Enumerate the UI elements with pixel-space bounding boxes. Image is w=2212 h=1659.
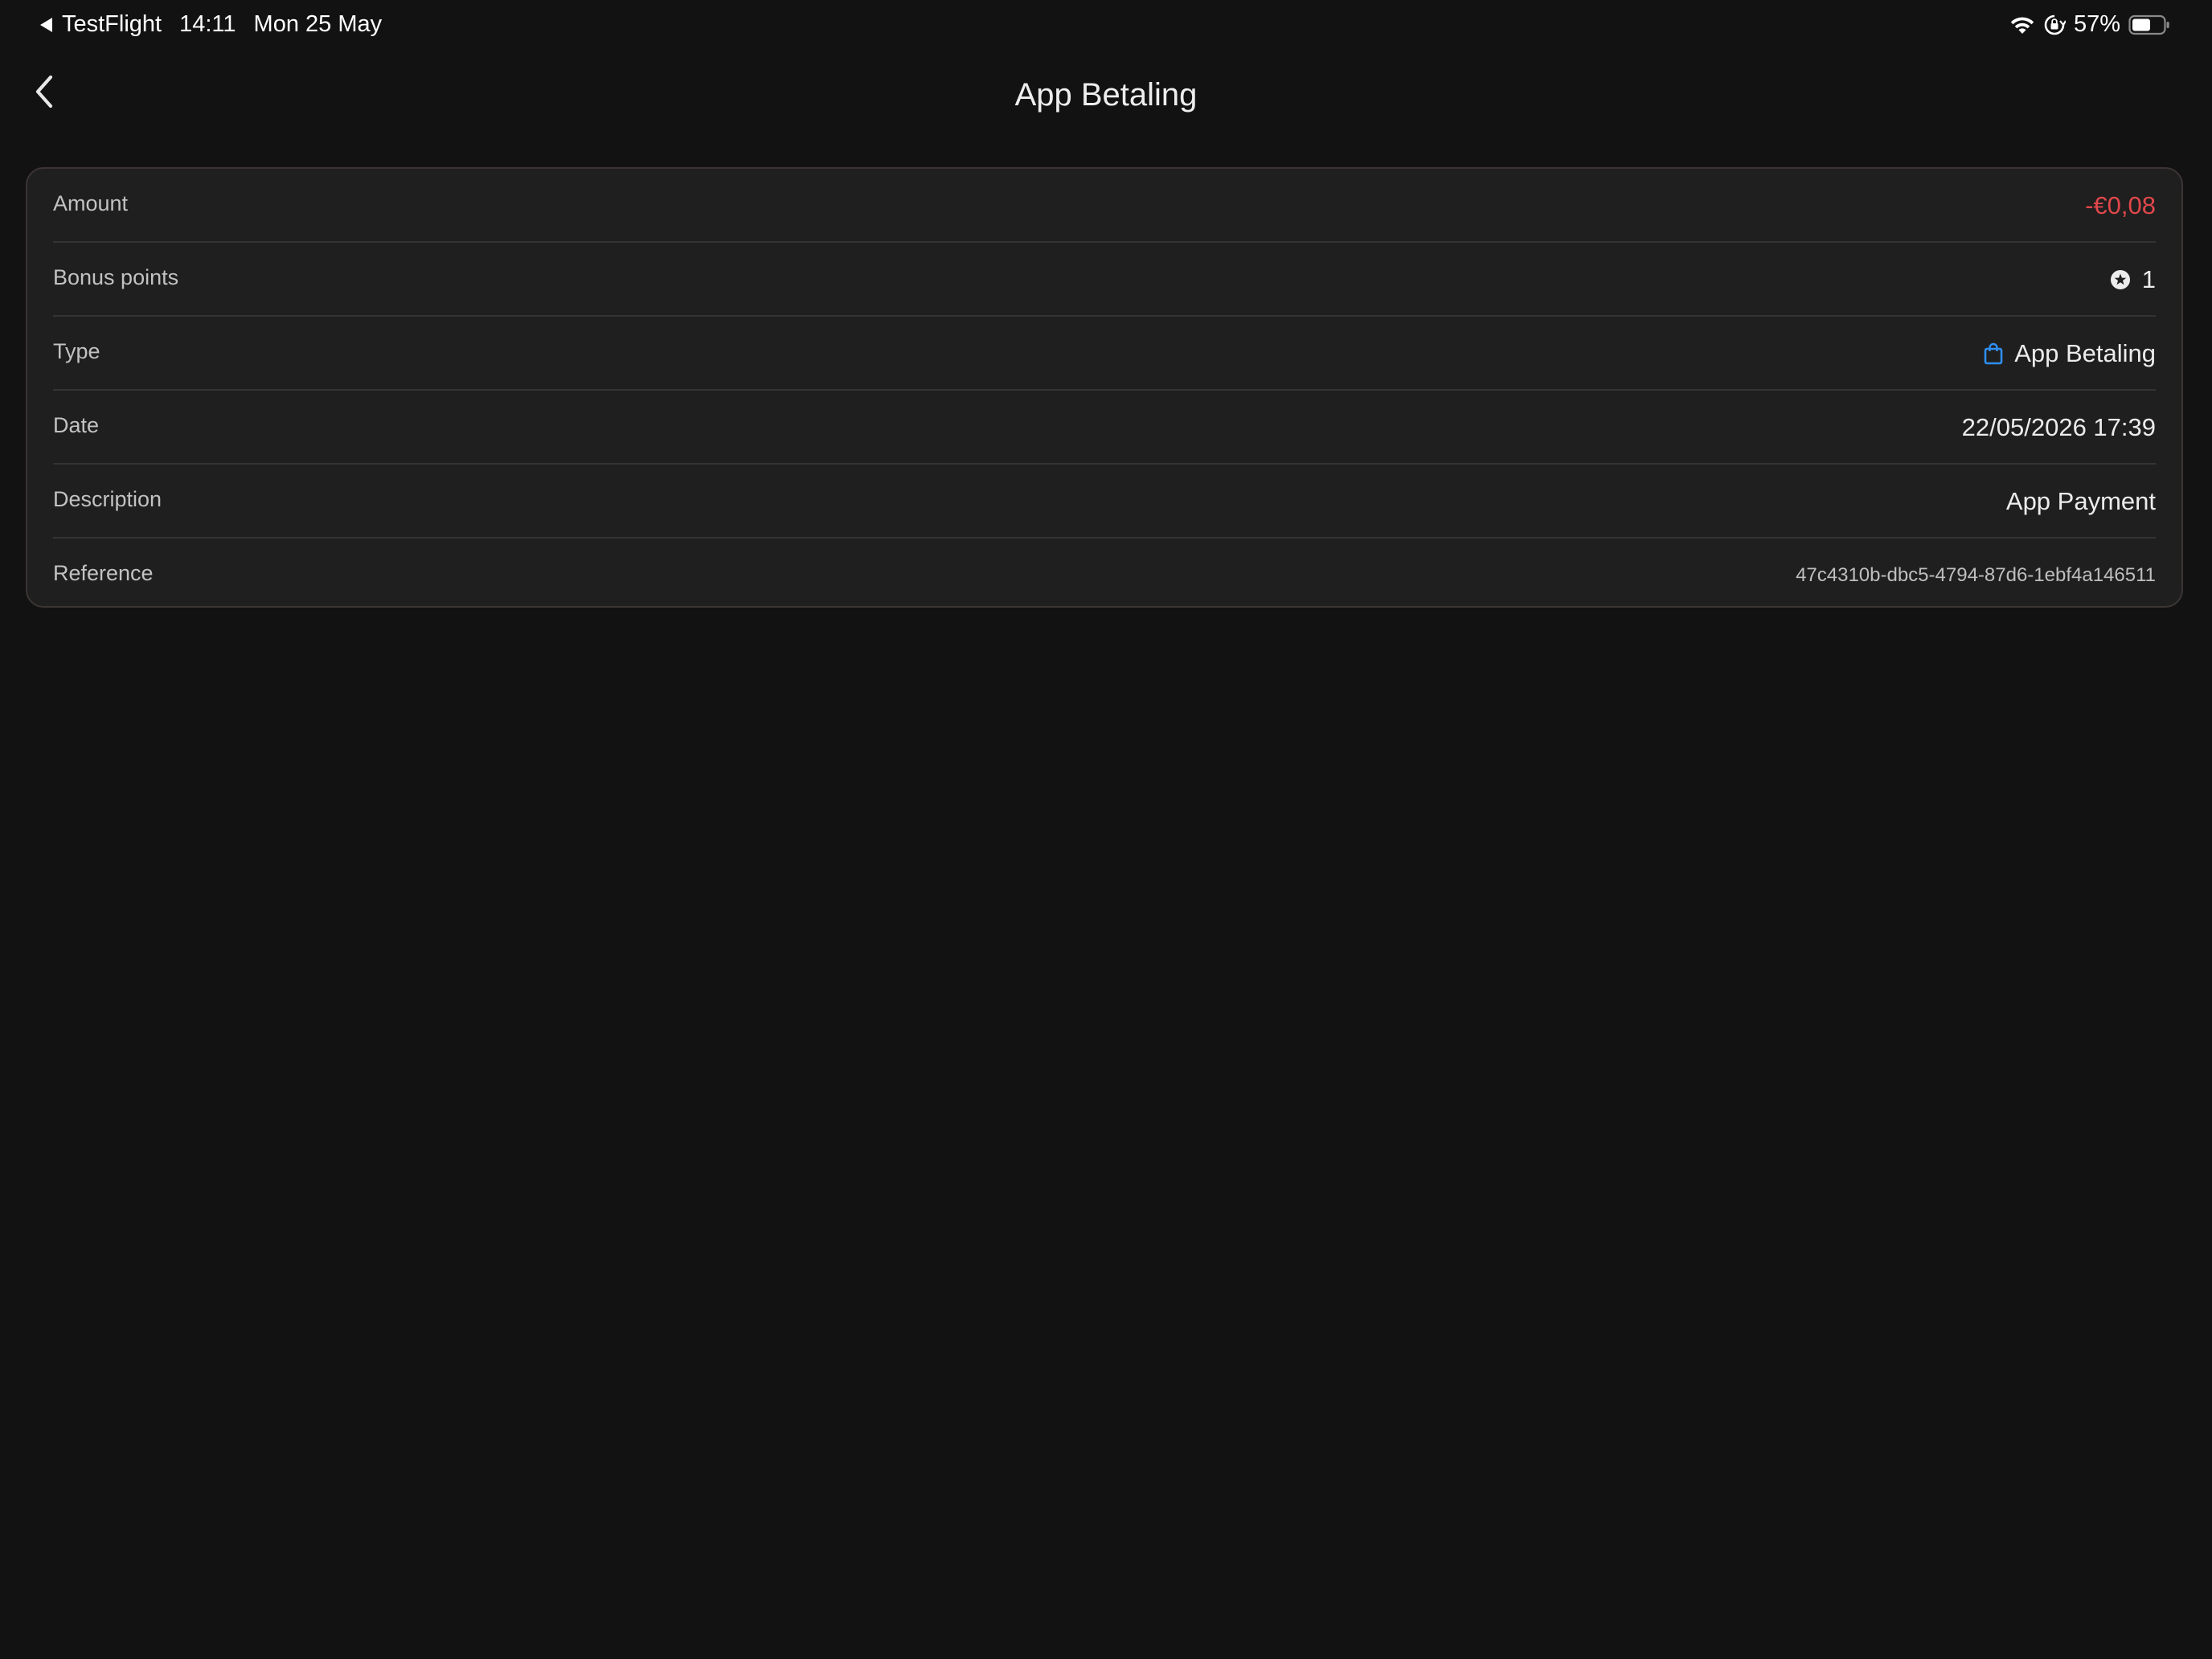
detail-row-bonus-points: Bonus points 1 (53, 243, 2156, 317)
status-time: 14:11 (179, 11, 236, 37)
detail-row-amount: Amount -€0,08 (53, 169, 2156, 243)
detail-row-description: Description App Payment (53, 465, 2156, 539)
amount-label: Amount (53, 191, 129, 215)
page-title: App Betaling (1014, 77, 1198, 113)
bonus-points-value: 1 (2141, 265, 2156, 293)
description-value: App Payment (2005, 487, 2156, 515)
bonus-points-value-group: 1 (2110, 265, 2156, 294)
back-to-app-label[interactable]: TestFlight (62, 11, 162, 38)
navigation-bar: App Betaling (0, 51, 2212, 141)
status-bar-left[interactable]: TestFlight 14:11 Mon 25 May (40, 11, 382, 38)
shopping-bag-icon (1984, 342, 2003, 365)
description-label: Description (53, 487, 162, 511)
wifi-icon (2009, 14, 2035, 35)
orientation-lock-icon (2043, 14, 2066, 36)
type-value: App Betaling (2014, 339, 2156, 367)
back-to-app-icon[interactable] (40, 17, 52, 32)
status-bar-right: 57% (2009, 11, 2170, 38)
type-label: Type (53, 339, 100, 363)
status-date: Mon 25 May (253, 11, 383, 37)
battery-icon (2128, 14, 2170, 35)
reference-value[interactable]: 47c4310b-dbc5-4794-87d6-1ebf4a146511 (1796, 564, 2156, 587)
battery-percentage: 57% (2073, 11, 2120, 37)
detail-row-date: Date 22/05/2026 17:39 (53, 391, 2156, 465)
reference-label: Reference (53, 561, 154, 585)
detail-row-type: Type App Betaling (53, 317, 2156, 391)
amount-value: -€0,08 (2085, 191, 2156, 219)
star-circle-icon (2110, 270, 2130, 289)
status-bar: TestFlight 14:11 Mon 25 May 57% (0, 0, 2212, 51)
type-value-group: App Betaling (1984, 339, 2156, 368)
date-value: 22/05/2026 17:39 (1961, 413, 2156, 441)
date-label: Date (53, 413, 100, 437)
transaction-details-card: Amount -€0,08 Bonus points 1 Type App Be… (26, 167, 2183, 608)
detail-row-reference: Reference 47c4310b-dbc5-4794-87d6-1ebf4a… (53, 539, 2156, 609)
bonus-points-label: Bonus points (53, 265, 179, 289)
